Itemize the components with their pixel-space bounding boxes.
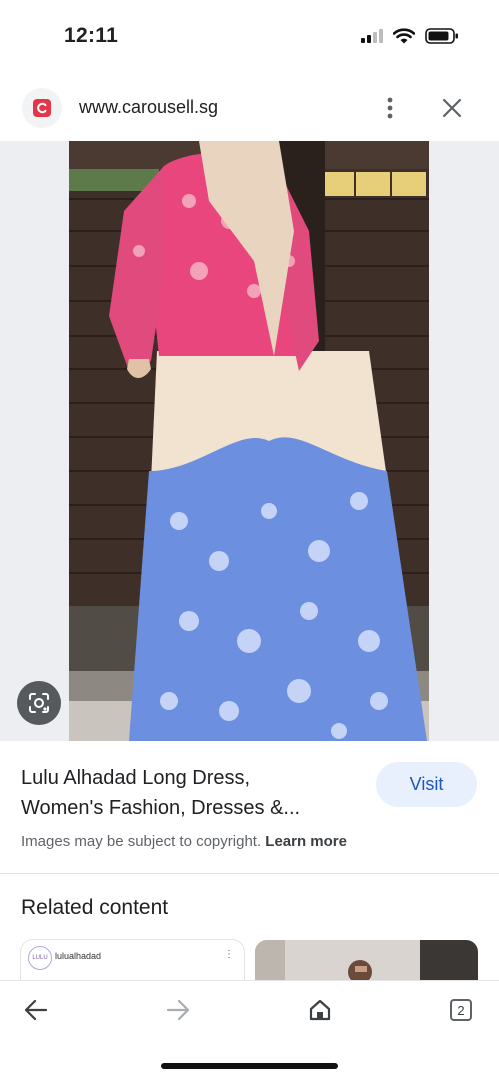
- carousell-logo-icon[interactable]: [22, 88, 62, 128]
- learn-more-link[interactable]: Learn more: [265, 833, 347, 850]
- related-content-heading: Related content: [21, 896, 169, 919]
- visit-button[interactable]: Visit: [376, 762, 477, 807]
- status-bar: 12:11: [0, 0, 499, 70]
- more-options-icon[interactable]: [378, 94, 402, 122]
- related-card[interactable]: [255, 940, 478, 982]
- close-icon[interactable]: [438, 94, 466, 122]
- url-bar[interactable]: www.carousell.sg: [0, 80, 499, 136]
- dress-image[interactable]: [69, 141, 429, 741]
- avatar: LULU: [28, 946, 52, 970]
- home-indicator[interactable]: [161, 1063, 338, 1069]
- status-icons: [361, 28, 459, 49]
- divider: [0, 873, 499, 874]
- back-arrow-icon[interactable]: [18, 995, 54, 1025]
- result-title[interactable]: Lulu Alhadad Long Dress, Women's Fashion…: [21, 763, 361, 823]
- tab-count: 2: [450, 999, 472, 1021]
- image-preview-area: [0, 141, 499, 741]
- home-icon[interactable]: [302, 995, 338, 1025]
- card-more-icon[interactable]: ⋮: [224, 949, 234, 960]
- card-username: lulualhadad: [55, 951, 102, 961]
- wifi-icon: [392, 28, 416, 49]
- google-lens-icon[interactable]: [17, 681, 61, 725]
- forward-arrow-icon[interactable]: [160, 995, 196, 1025]
- related-card-image: [255, 940, 478, 982]
- result-title-line-2: Women's Fashion, Dresses &...: [21, 797, 301, 819]
- result-title-line-1: Lulu Alhadad Long Dress,: [21, 767, 251, 789]
- copyright-text: Images may be subject to copyright.: [21, 833, 262, 850]
- battery-icon: [425, 28, 459, 49]
- related-card[interactable]: LULU lulualhadad ⋮: [21, 940, 244, 982]
- copyright-notice: Images may be subject to copyright. Lear…: [21, 833, 347, 850]
- tabs-icon[interactable]: 2: [443, 995, 479, 1025]
- url-text[interactable]: www.carousell.sg: [79, 97, 218, 118]
- cellular-signal-icon: [361, 29, 383, 48]
- status-time: 12:11: [64, 24, 119, 47]
